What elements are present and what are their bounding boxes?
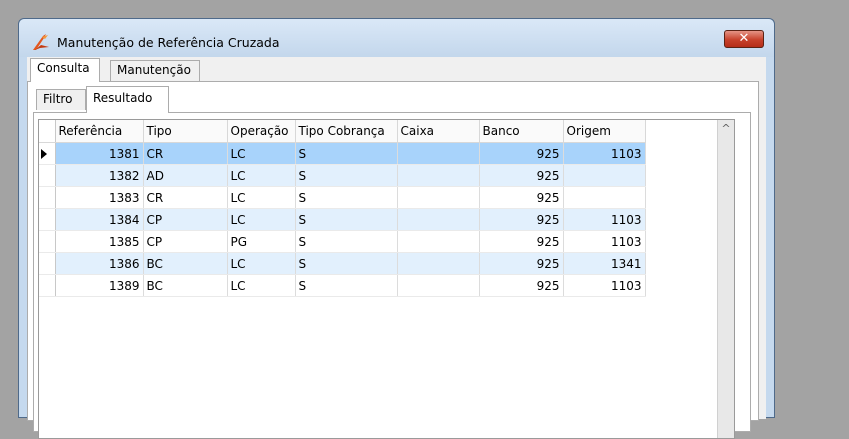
cell-origem[interactable]: 1103: [563, 274, 646, 297]
tab-resultado[interactable]: Resultado: [86, 86, 169, 113]
cell-banco[interactable]: 925: [479, 274, 564, 297]
column-header-tipo[interactable]: Tipo: [143, 120, 228, 143]
cell-operacao[interactable]: LC: [227, 274, 296, 297]
cell-origem[interactable]: [563, 164, 646, 187]
cell-referencia[interactable]: 1385: [55, 230, 144, 253]
cell-referencia[interactable]: 1381: [55, 142, 144, 165]
cell-referencia[interactable]: 1386: [55, 252, 144, 275]
cell-banco[interactable]: 925: [479, 252, 564, 275]
cell-operacao[interactable]: LC: [227, 142, 296, 165]
cell-banco[interactable]: 925: [479, 230, 564, 253]
table-row[interactable]: 1383 CR LC S 925: [39, 186, 646, 209]
table-row[interactable]: 1386 BC LC S 925 1341: [39, 252, 646, 275]
cell-tipo[interactable]: CP: [143, 230, 228, 253]
title-bar[interactable]: Manutenção de Referência Cruzada ✕: [19, 19, 774, 57]
cell-tipo[interactable]: CP: [143, 208, 228, 231]
cell-tipo-cobranca[interactable]: S: [295, 274, 398, 297]
cell-banco[interactable]: 925: [479, 208, 564, 231]
cell-tipo[interactable]: CR: [143, 186, 228, 209]
cell-tipo[interactable]: BC: [143, 252, 228, 275]
cell-tipo[interactable]: AD: [143, 164, 228, 187]
tab-consulta-label: Consulta: [37, 61, 90, 75]
tab-manutencao-label: Manutenção: [117, 63, 191, 77]
row-indicator: [39, 230, 56, 253]
column-header-tipo-cobranca[interactable]: Tipo Cobrança: [295, 120, 398, 143]
app-logo-icon: [33, 34, 49, 50]
row-indicator: [39, 252, 56, 275]
scroll-up-button[interactable]: ^: [718, 120, 734, 137]
column-header-caixa[interactable]: Caixa: [397, 120, 480, 143]
close-icon: ✕: [738, 31, 750, 46]
cell-operacao[interactable]: LC: [227, 252, 296, 275]
cell-operacao[interactable]: LC: [227, 186, 296, 209]
results-grid[interactable]: Referência Tipo Operação Tipo Cobrança C…: [38, 119, 735, 439]
tab-resultado-label: Resultado: [93, 91, 153, 105]
tab-manutencao[interactable]: Manutenção: [110, 60, 200, 81]
row-indicator: [39, 186, 56, 209]
table-row[interactable]: 1382 AD LC S 925: [39, 164, 646, 187]
cell-banco[interactable]: 925: [479, 186, 564, 209]
consulta-page: Filtro Resultado Referência Tipo Operaçã…: [27, 81, 759, 439]
table-row[interactable]: 1384 CP LC S 925 1103: [39, 208, 646, 231]
cell-caixa[interactable]: [397, 164, 480, 187]
column-header-banco[interactable]: Banco: [479, 120, 564, 143]
cell-caixa[interactable]: [397, 252, 480, 275]
cell-caixa[interactable]: [397, 274, 480, 297]
column-header-referencia[interactable]: Referência: [55, 120, 144, 143]
cell-tipo-cobranca[interactable]: S: [295, 230, 398, 253]
column-header-operacao[interactable]: Operação: [227, 120, 296, 143]
cell-referencia[interactable]: 1382: [55, 164, 144, 187]
cell-referencia[interactable]: 1389: [55, 274, 144, 297]
row-indicator: [39, 164, 56, 187]
cell-banco[interactable]: 925: [479, 142, 564, 165]
results-table: Referência Tipo Operação Tipo Cobrança C…: [39, 120, 646, 297]
row-indicator: [39, 274, 56, 297]
row-indicator: [39, 208, 56, 231]
vertical-scrollbar[interactable]: ^: [717, 120, 734, 438]
cell-referencia[interactable]: 1383: [55, 186, 144, 209]
cell-caixa[interactable]: [397, 142, 480, 165]
cell-referencia[interactable]: 1384: [55, 208, 144, 231]
cell-caixa[interactable]: [397, 208, 480, 231]
window-client-area: Consulta Manutenção Filtro Resultado Ref…: [27, 57, 767, 439]
resultado-page: Referência Tipo Operação Tipo Cobrança C…: [33, 112, 751, 439]
cell-origem[interactable]: 1103: [563, 230, 646, 253]
cell-tipo-cobranca[interactable]: S: [295, 164, 398, 187]
cell-origem[interactable]: [563, 186, 646, 209]
app-window: Manutenção de Referência Cruzada ✕ Consu…: [18, 18, 775, 439]
cell-origem[interactable]: 1103: [563, 142, 646, 165]
chevron-up-icon: ^: [721, 122, 731, 135]
cell-operacao[interactable]: LC: [227, 164, 296, 187]
cell-banco[interactable]: 925: [479, 164, 564, 187]
cell-tipo[interactable]: CR: [143, 142, 228, 165]
close-button[interactable]: ✕: [724, 30, 764, 48]
cell-operacao[interactable]: PG: [227, 230, 296, 253]
cell-tipo[interactable]: BC: [143, 274, 228, 297]
table-row[interactable]: 1389 BC LC S 925 1103: [39, 274, 646, 297]
cell-caixa[interactable]: [397, 230, 480, 253]
cell-tipo-cobranca[interactable]: S: [295, 208, 398, 231]
cell-operacao[interactable]: LC: [227, 208, 296, 231]
current-row-arrow-icon: [41, 148, 47, 159]
inner-tab-strip: Filtro Resultado: [33, 82, 753, 113]
table-row[interactable]: 1385 CP PG S 925 1103: [39, 230, 646, 253]
window-title: Manutenção de Referência Cruzada: [57, 35, 280, 50]
table-row[interactable]: 1381 CR LC S 925 1103: [39, 142, 646, 165]
outer-tab-strip: Consulta Manutenção: [27, 57, 767, 83]
cell-origem[interactable]: 1341: [563, 252, 646, 275]
tab-consulta[interactable]: Consulta: [30, 58, 100, 82]
cell-tipo-cobranca[interactable]: S: [295, 252, 398, 275]
cell-origem[interactable]: 1103: [563, 208, 646, 231]
tab-filtro[interactable]: Filtro: [36, 89, 86, 110]
row-indicator-header: [39, 120, 56, 143]
tab-filtro-label: Filtro: [43, 92, 73, 106]
cell-tipo-cobranca[interactable]: S: [295, 186, 398, 209]
cell-tipo-cobranca[interactable]: S: [295, 142, 398, 165]
grid-header-row: Referência Tipo Operação Tipo Cobrança C…: [39, 120, 646, 143]
column-header-origem[interactable]: Origem: [563, 120, 646, 143]
row-indicator: [39, 142, 56, 165]
cell-caixa[interactable]: [397, 186, 480, 209]
